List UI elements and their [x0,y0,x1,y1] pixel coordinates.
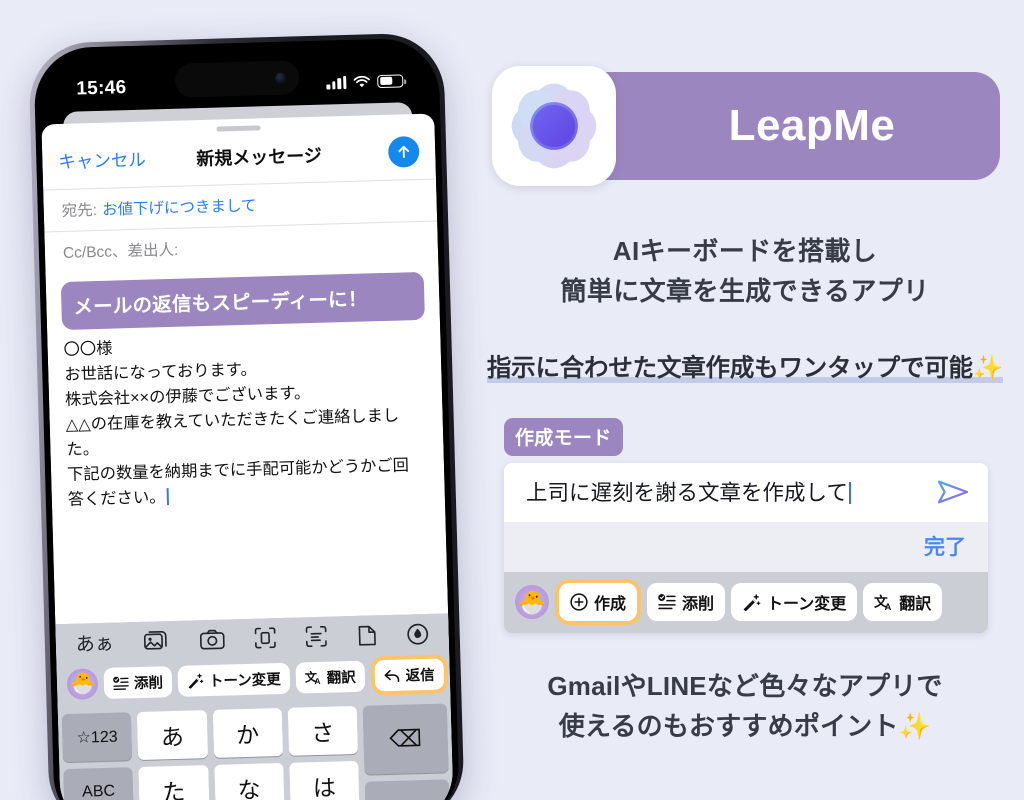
toolbar-label: 翻訳 [899,596,932,613]
toolbar-create-button[interactable]: 作成 [559,583,638,621]
mail-body-text[interactable]: 〇〇様 お世話になっております。 株式会社××の伊藤でございます。 △△の在庫を… [47,325,445,512]
svg-text:A: A [885,601,892,610]
wifi-icon [353,75,370,87]
promo-banner: メールの返信もスピーディーに！ [60,271,425,330]
prompt-input-text: 上司に遅刻を謝る文章を作成して [526,476,926,507]
leapme-rosette-logo [511,83,597,169]
proofread-icon [658,594,676,610]
key-abc[interactable]: ABC [63,767,134,800]
mail-compose-sheet: キャンセル 新規メッセージ 宛先: お値下げにつきまして Cc/Bcc、差出人:… [41,113,454,800]
toolbar-translate-button[interactable]: 文A 翻訳 [863,583,943,621]
kana-keyboard: ☆123 あ か さ ABC た な は ⌫ [58,698,454,800]
camera-icon[interactable] [199,629,225,651]
footline-line-1: GmailやLINEなど色々なアプリで [547,671,943,701]
suggestion-label: 翻訳 [326,669,356,687]
brand-header: LeapMe [492,66,1000,186]
mode-badge: 作成モード [504,418,623,456]
phone-screen: 15:46 キャンセル 新規メッセージ 宛先: お値下げにつきまして Cc/Bc… [39,43,454,800]
translate-icon: 文A [874,594,892,611]
markup-icon[interactable] [406,622,429,645]
brand-name: LeapMe [728,101,896,150]
toolbar-label: 添削 [682,596,715,613]
keyboard-row: ☆123 あ か さ [61,705,359,763]
key-delete[interactable]: ⌫ [362,703,449,775]
text-format-icon[interactable]: あぁ [75,629,115,657]
text-caret [848,482,851,504]
subline-text: 指示に合わせた文章作成もワンタップで可能✨ [486,355,1004,384]
screenshot-root: 15:46 キャンセル 新規メッセージ 宛先: お値下げにつきまして Cc/Bc… [0,0,1024,800]
mail-to-value: お値下げにつきまして [101,197,257,219]
front-camera-icon [274,72,286,84]
arrow-up-icon [398,145,410,158]
done-button[interactable]: 完了 [924,531,966,561]
demo-toolbar: 🐣 作成 添削 トーン変更 文 A 翻訳 [504,572,988,633]
iphone-mockup: 15:46 キャンセル 新規メッセージ 宛先: お値下げにつきまして Cc/Bc… [28,32,468,800]
toolbar-proofread-button[interactable]: 添削 [647,583,726,621]
key-a[interactable]: あ [137,710,208,761]
svg-text:A: A [314,676,320,685]
footline-line-2: 使えるのもおすすめポイント✨ [558,711,932,742]
app-icon [492,66,616,186]
toolbar-label: 作成 [594,596,627,613]
scan-text-icon[interactable] [306,625,328,648]
status-icons [326,73,404,90]
toolbar-tone-button[interactable]: トーン変更 [731,583,858,621]
text-caret [166,487,169,505]
toolbar-label: トーン変更 [767,596,847,613]
cellular-bars-icon [326,75,347,90]
key-sa[interactable]: さ [287,705,359,756]
mail-to-label: 宛先: [61,201,98,220]
subline: 指示に合わせた文章作成もワンタップで可能✨ [466,349,1024,384]
paper-plane-icon [937,480,969,503]
suggestion-reply-highlight: 返信 [370,654,449,696]
phone-body: 15:46 キャンセル 新規メッセージ 宛先: お値下げにつきまして Cc/Bc… [28,32,465,800]
toolbar-create-highlight: 作成 [555,579,642,625]
magic-wand-icon [188,673,204,689]
reply-arrow-icon [384,669,400,682]
document-icon[interactable] [357,624,377,647]
brand-pill: LeapMe [554,72,1000,180]
tagline: AIキーボードを搭載し 簡単に文章を生成できるアプリ [466,232,1024,311]
translate-icon: 文A [305,670,321,685]
tagline-line-1: AIキーボードを搭載し [612,236,878,266]
status-time: 15:46 [76,77,127,100]
demo-second-row: 完了 [504,522,988,572]
keyboard-row: ABC た な は [63,760,360,800]
battery-icon [377,73,404,88]
key-ka[interactable]: か [212,708,283,758]
dynamic-island [174,60,300,98]
suggestion-reply[interactable]: 返信 [374,658,445,692]
send-mail-button[interactable] [387,135,420,168]
suggestion-label: トーン変更 [208,672,281,691]
phone-bezel: 15:46 キャンセル 新規メッセージ 宛先: お値下げにつきまして Cc/Bc… [33,37,460,800]
demo-card: 上司に遅刻を謝る文章を作成して 完了 🐣 作成 添削 トーン変更 文 A 翻訳 [504,463,988,633]
suggestion-proofread[interactable]: 添削 [103,666,173,699]
page-title: 新規メッセージ [195,145,323,169]
suggestion-label: 返信 [405,667,435,685]
key-symbols[interactable]: ☆123 [61,712,133,763]
hatching-chick-icon[interactable]: 🐣 [66,668,99,700]
suggestion-translate[interactable]: 文A 翻訳 [295,660,366,694]
send-prompt-button[interactable] [936,478,970,506]
key-ta[interactable]: た [138,765,210,800]
suggestion-label: 添削 [133,675,164,693]
proofread-icon [113,676,129,690]
tagline-line-2: 簡単に文章を生成できるアプリ [560,275,930,306]
hatching-chick-icon[interactable]: 🐣 [515,585,549,619]
key-space[interactable]: 空白 [364,779,451,800]
key-ha[interactable]: は [289,760,360,800]
suggestion-tone[interactable]: トーン変更 [177,662,291,697]
prompt-input[interactable]: 上司に遅刻を謝る文章を作成して [504,463,988,522]
photos-icon[interactable] [144,630,170,652]
scan-document-icon[interactable] [254,627,276,649]
footline: GmailやLINEなど色々なアプリで 使えるのもおすすめポイント✨ [466,666,1024,747]
key-na[interactable]: な [213,762,285,800]
magic-wand-icon [743,593,761,611]
marketing-panel: LeapMe AIキーボードを搭載し 簡単に文章を生成できるアプリ 指示に合わせ… [466,0,1024,800]
plus-circle-icon [570,593,588,611]
mail-cc-label: Cc/Bcc、差出人: [62,241,179,262]
demo-widget: 作成モード 上司に遅刻を謝る文章を作成して 完了 🐣 作成 添削 トーン変更 文… [504,418,988,633]
keyboard-area: あぁ 🐣 添削 トーン変更 文 A 翻訳 返信 ☆123 あ か さ ABC た… [55,613,454,800]
